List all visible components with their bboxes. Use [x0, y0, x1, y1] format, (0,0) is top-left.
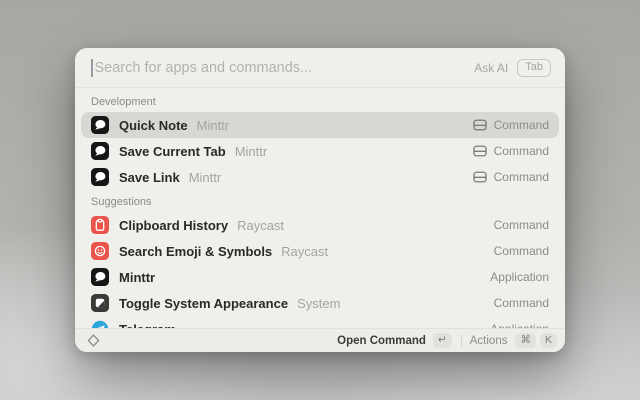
- item-type: Command: [494, 244, 549, 258]
- item-title: Quick Note: [119, 118, 188, 133]
- return-key-badge: ↵: [433, 333, 452, 349]
- text-caret: [91, 59, 93, 77]
- telegram-icon: [91, 320, 109, 328]
- command-panel-icon: [473, 171, 487, 183]
- results-list: Development Quick Note Minttr Command Sa…: [75, 88, 565, 328]
- list-item-telegram[interactable]: Telegram Application: [81, 316, 559, 328]
- minttr-icon: [91, 116, 109, 134]
- cmd-key-badge: ⌘: [515, 333, 536, 349]
- emoji-icon: [91, 242, 109, 260]
- command-panel-icon: [473, 119, 487, 131]
- section-header-suggestions: Suggestions: [75, 190, 565, 212]
- item-title: Save Link: [119, 170, 180, 185]
- raycast-logo-icon: [86, 333, 101, 348]
- command-panel-icon: [473, 145, 487, 157]
- search-bar: Ask AI Tab: [75, 48, 565, 88]
- item-type: Command: [494, 218, 549, 232]
- launcher-window: Ask AI Tab Development Quick Note Minttr…: [75, 48, 565, 352]
- primary-action-label[interactable]: Open Command: [337, 335, 426, 347]
- item-type: Application: [490, 270, 549, 284]
- actions-button[interactable]: Actions: [470, 335, 508, 347]
- section-header-development: Development: [75, 90, 565, 112]
- k-key-badge: K: [540, 333, 557, 349]
- list-item-save-current-tab[interactable]: Save Current Tab Minttr Command: [81, 138, 559, 164]
- item-subtitle: Raycast: [281, 244, 328, 259]
- list-item-minttr-app[interactable]: Minttr Application: [81, 264, 559, 290]
- ask-ai-label[interactable]: Ask AI: [474, 61, 508, 75]
- item-subtitle: Minttr: [197, 118, 230, 133]
- item-type: Command: [494, 296, 549, 310]
- item-title: Save Current Tab: [119, 144, 226, 159]
- tab-key-badge: Tab: [517, 59, 551, 77]
- minttr-icon: [91, 168, 109, 186]
- search-input[interactable]: [95, 60, 475, 76]
- item-subtitle: Raycast: [237, 218, 284, 233]
- footer-divider: [461, 335, 462, 347]
- item-title: Search Emoji & Symbols: [119, 244, 272, 259]
- item-subtitle: System: [297, 296, 340, 311]
- list-item-search-emoji[interactable]: Search Emoji & Symbols Raycast Command: [81, 238, 559, 264]
- item-title: Toggle System Appearance: [119, 296, 288, 311]
- item-type: Command: [494, 170, 549, 184]
- item-subtitle: Minttr: [235, 144, 268, 159]
- list-item-quick-note[interactable]: Quick Note Minttr Command: [81, 112, 559, 138]
- item-title: Clipboard History: [119, 218, 228, 233]
- appearance-toggle-icon: [91, 294, 109, 312]
- list-item-clipboard-history[interactable]: Clipboard History Raycast Command: [81, 212, 559, 238]
- item-type: Command: [494, 144, 549, 158]
- minttr-icon: [91, 142, 109, 160]
- list-item-toggle-appearance[interactable]: Toggle System Appearance System Command: [81, 290, 559, 316]
- minttr-icon: [91, 268, 109, 286]
- item-title: Minttr: [119, 270, 155, 285]
- list-item-save-link[interactable]: Save Link Minttr Command: [81, 164, 559, 190]
- item-subtitle: Minttr: [189, 170, 222, 185]
- action-bar: Open Command ↵ Actions ⌘ K: [75, 328, 565, 352]
- item-type: Command: [494, 118, 549, 132]
- clipboard-icon: [91, 216, 109, 234]
